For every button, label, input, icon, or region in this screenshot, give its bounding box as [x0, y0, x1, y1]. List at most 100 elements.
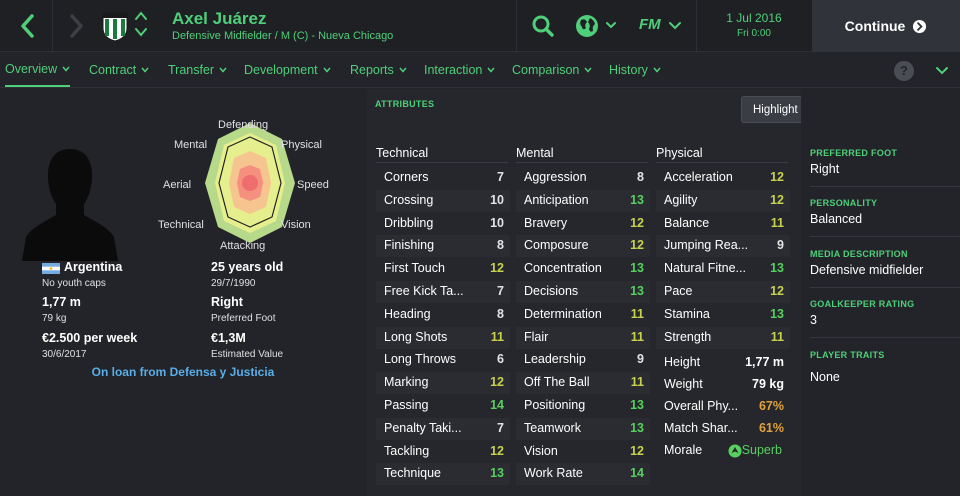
mental-attribute-row[interactable]: Decisions 13 [516, 281, 650, 303]
mental-attribute-row[interactable]: Positioning 13 [516, 395, 650, 417]
preferred-foot-side-value: Right [810, 162, 840, 176]
mental-attribute-row[interactable]: Off The Ball 11 [516, 372, 650, 395]
attribute-value: 9 [777, 238, 784, 253]
tab-comparison[interactable]: Comparison [512, 53, 592, 87]
chevron-down-icon[interactable] [133, 25, 149, 39]
technical-attribute-row[interactable]: Finishing 8 [376, 235, 510, 258]
tab-overview[interactable]: Overview [5, 53, 71, 87]
tab-reports[interactable]: Reports [350, 53, 407, 87]
stat-value: 61% [758, 421, 784, 435]
attribute-name: Crossing [384, 192, 434, 207]
tab-interaction[interactable]: Interaction [424, 53, 495, 87]
physical-stat-row: Match Shar... 61% [656, 418, 790, 440]
physical-attribute-row[interactable]: Natural Fitne... 13 [656, 258, 790, 280]
attribute-name: Pace [664, 284, 693, 298]
chevron-down-icon [669, 22, 681, 30]
club-crest-icon[interactable] [101, 10, 129, 42]
technical-attribute-row[interactable]: Heading 8 [376, 304, 510, 326]
technical-attribute-row[interactable]: Tackling 12 [376, 441, 510, 463]
physical-attribute-row[interactable]: Agility 12 [656, 189, 790, 212]
mental-attribute-row[interactable]: Vision 12 [516, 441, 650, 463]
technical-attribute-row[interactable]: Long Shots 11 [376, 326, 510, 349]
physical-attribute-row[interactable]: Jumping Rea... 9 [656, 235, 790, 258]
tab-label: Transfer [168, 63, 215, 77]
physical-stat-row: Overall Phy... 67% [656, 396, 790, 418]
arrow-right-circle-icon [913, 19, 927, 33]
physical-attribute-row[interactable]: Balance 11 [656, 213, 790, 235]
player-position-club[interactable]: Defensive Midfielder / M (C) - Nueva Chi… [172, 30, 393, 42]
attribute-value: 11 [490, 329, 504, 344]
attribute-value: 13 [630, 284, 644, 298]
radar-label-technical: Technical [158, 219, 204, 231]
attribute-value: 7 [497, 284, 504, 298]
player-weight: 79 kg [42, 313, 67, 324]
attribute-value: 13 [630, 398, 644, 412]
technical-attribute-row[interactable]: Free Kick Ta... 7 [376, 281, 510, 303]
mental-attribute-row[interactable]: Anticipation 13 [516, 189, 650, 212]
attribute-value: 13 [630, 420, 644, 435]
attribute-name: Aggression [524, 170, 587, 184]
mental-attribute-row[interactable]: Aggression 8 [516, 167, 650, 189]
mental-attribute-row[interactable]: Composure 12 [516, 235, 650, 258]
mental-attribute-row[interactable]: Concentration 13 [516, 258, 650, 280]
nationality[interactable]: Argentina [64, 260, 122, 274]
attribute-value: 11 [630, 329, 644, 344]
tab-history[interactable]: History [609, 53, 661, 87]
mental-attribute-row[interactable]: Bravery 12 [516, 213, 650, 235]
fm-menu-button[interactable]: FM [636, 14, 686, 38]
attribute-value: 8 [637, 170, 644, 184]
goalkeeper-rating-heading: GOALKEEPER RATING [810, 299, 915, 309]
loan-club-link[interactable]: On loan from Defensa y Justicia [0, 365, 366, 379]
technical-attribute-row[interactable]: Passing 14 [376, 395, 510, 417]
player-age: 25 years old [211, 260, 284, 274]
technical-attribute-row[interactable]: Corners 7 [376, 167, 510, 189]
help-button[interactable]: ? [894, 61, 914, 81]
attribute-name: Technique [384, 466, 441, 481]
attribute-value: 14 [490, 398, 504, 412]
tab-bar: Overview Contract Transfer Development R… [0, 53, 960, 88]
mental-attribute-row[interactable]: Work Rate 14 [516, 463, 650, 486]
physical-attribute-row[interactable]: Acceleration 12 [656, 167, 790, 189]
attribute-value: 12 [490, 443, 504, 458]
mental-attribute-row[interactable]: Teamwork 13 [516, 417, 650, 440]
technical-attribute-row[interactable]: Crossing 10 [376, 189, 510, 212]
back-arrow-icon[interactable] [14, 11, 42, 41]
chevron-up-icon[interactable] [133, 9, 149, 23]
search-icon[interactable] [530, 13, 556, 39]
media-description-heading: MEDIA DESCRIPTION [810, 249, 908, 259]
attribute-value: 14 [630, 466, 644, 481]
technical-attribute-row[interactable]: Penalty Taki... 7 [376, 417, 510, 440]
mental-attribute-row[interactable]: Leadership 9 [516, 349, 650, 371]
attribute-name: Jumping Rea... [664, 238, 749, 253]
physical-attribute-row[interactable]: Strength 11 [656, 326, 790, 349]
mental-attribute-row[interactable]: Flair 11 [516, 326, 650, 349]
divider [52, 0, 53, 52]
game-date[interactable]: 1 Jul 2016 Fri 0:00 [697, 0, 811, 52]
tab-transfer[interactable]: Transfer [168, 53, 227, 87]
forward-arrow-icon[interactable] [62, 11, 90, 41]
physical-attribute-row[interactable]: Stamina 13 [656, 304, 790, 326]
technical-attribute-row[interactable]: Technique 13 [376, 463, 510, 486]
attribute-name: First Touch [384, 261, 445, 276]
technical-attribute-row[interactable]: Long Throws 6 [376, 349, 510, 371]
attribute-name: Positioning [524, 398, 586, 412]
technical-attribute-row[interactable]: Dribbling 10 [376, 213, 510, 235]
attribute-name: Tackling [384, 443, 430, 458]
tab-contract[interactable]: Contract [89, 53, 149, 87]
globe-menu-icon[interactable] [574, 12, 622, 40]
tab-development[interactable]: Development [244, 53, 331, 87]
attribute-value: 7 [497, 170, 504, 184]
continue-button[interactable]: Continue [812, 0, 960, 52]
technical-attribute-row[interactable]: First Touch 12 [376, 258, 510, 280]
attribute-value: 8 [497, 238, 504, 253]
date-of-birth: 29/7/1990 [211, 278, 256, 289]
attribute-value: 12 [630, 238, 644, 253]
attribute-name: Teamwork [524, 420, 581, 435]
player-wage[interactable]: €2.500 per week [42, 331, 137, 345]
chevron-down-icon[interactable] [935, 66, 949, 76]
date-label: 1 Jul 2016 [726, 11, 782, 25]
mental-attribute-row[interactable]: Determination 11 [516, 304, 650, 326]
technical-attribute-row[interactable]: Marking 12 [376, 372, 510, 395]
tab-label: Interaction [424, 63, 483, 77]
physical-attribute-row[interactable]: Pace 12 [656, 281, 790, 303]
